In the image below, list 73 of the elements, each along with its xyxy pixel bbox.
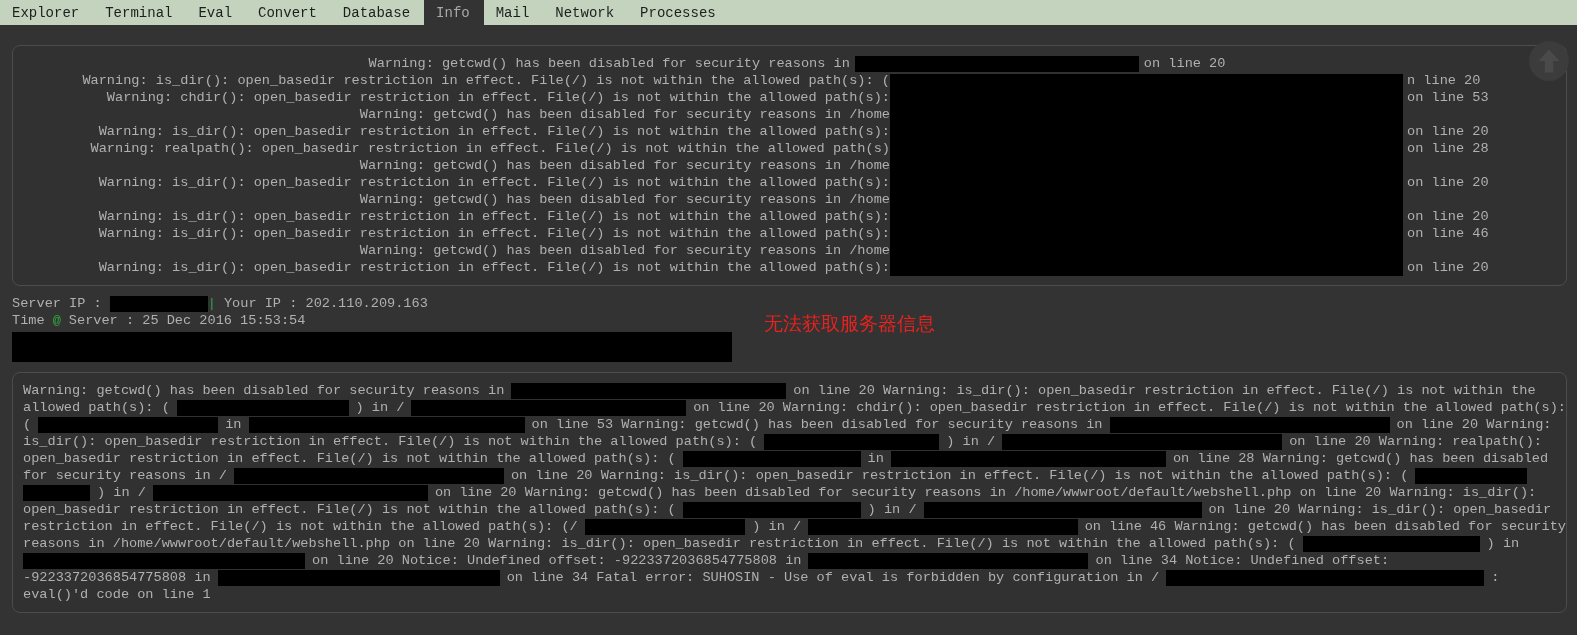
output-text: open_basedir restriction in effect. File(/) is not within the allowed path(s): ( [23,501,676,518]
tab[interactable]: Eval [186,0,247,25]
output-text: allowed path(s): ( [23,399,170,416]
output-text: ) in / [355,399,405,416]
output-text: ( [23,416,32,433]
output-text: on line 28 Warning: getcwd() has been disabled [1172,450,1549,467]
tab[interactable]: Terminal [93,0,187,25]
output-text: on line 20 Warning: is_dir(): open_basedir restriction in effect. File(/) is not within the allowed path(s): ( [510,467,1409,484]
output-text: Warning: getcwd() has been disabled for security reasons in [23,382,505,399]
client-ip: Your IP : 202.110.209.163 [223,295,428,312]
output-text: on line 20 Warning: getcwd() has been disabled for security reasons in /home/wwwroot/default/webshell.php on line 20 Warning: is_dir(): [434,484,1537,501]
warning-text: on line 53 [1406,89,1490,106]
output-text: ) in / [97,484,146,501]
tab[interactable]: Processes [628,0,730,25]
warning-text: Warning: is_dir(): open_basedir restriction in effect. File(/) is not within the allowed path(s): [97,225,890,242]
output-text: open_basedir restriction in effect. File(/) is not within the allowed path(s): ( [23,450,676,467]
server-ip-label: Server IP : [12,295,102,312]
warning-text: n line 20 [1406,72,1482,89]
output-text: ) in / [867,501,917,518]
output-text: ) in / [752,518,802,535]
warning-text: Warning: is_dir(): open_basedir restriction in effect. File(/) is not within the allowed path(s): ( [81,72,890,89]
warning-text: on line 46 [1406,225,1490,242]
redaction-bar [23,484,90,501]
tab[interactable]: Explorer [0,0,94,25]
tab[interactable]: Mail [483,0,544,25]
tab[interactable]: Info [424,0,484,25]
warning-text: Warning: chdir(): open_basedir restriction in effect. File(/) is not within the allowed path(s): [105,89,890,106]
tab[interactable]: Convert [246,0,331,25]
output-text: -9223372036854775808 in [23,569,211,586]
output-text: ) in / [946,433,996,450]
output-text: on line 20 Notice: Undefined offset: -9223372036854775808 in [312,552,802,569]
tab[interactable]: Network [543,0,629,25]
output-text: on line 53 Warning: getcwd() has been disabled for security reasons in [531,416,1103,433]
output-text: : [1491,569,1500,586]
output-text: on line 20 Warning: is_dir(): open_basedir [1208,501,1552,518]
output-text: in [225,416,242,433]
warning-text: Warning: is_dir(): open_basedir restriction in effect. File(/) is not within the allowed path(s): [97,259,890,276]
warning-text: on line 20 [1406,174,1490,191]
warning-text: Warning: is_dir(): open_basedir restriction in effect. File(/) is not within the allowed path(s): [97,174,890,191]
output-text: on line 20 Warning: realpath(): [1289,433,1543,450]
output-text: on line 20 Warning: is_dir(): open_basedir restriction in effect. File(/) is not within the [793,382,1536,399]
warning-text: Warning: is_dir(): open_basedir restriction in effect. File(/) is not within the allowed path(s): [97,123,890,140]
warning-text: Warning: getcwd() has been disabled for security reasons in /home [358,157,890,174]
output-text: on line 46 Warning: getcwd() has been disabled for security [1084,518,1566,535]
output-text: ) in [1486,535,1520,552]
output-text: for security reasons in / [23,467,227,484]
time-label: Time [12,312,45,329]
warning-text: Warning: realpath(): open_basedir restriction in effect. File(/) is not within the allowed path(s) [89,140,890,157]
output-text: restriction in effect. File(/) is not within the allowed path(s): (/ [23,518,578,535]
output-text: eval()'d code on line 1 [23,586,211,603]
tab[interactable]: Database [330,0,425,25]
output-text: reasons in /home/wwwroot/default/webshell.php on line 20 Warning: is_dir(): open_basedir restriction in effect. File(/) is not within the allowed path(s): ( [23,535,1296,552]
at-sign: @ [52,312,61,329]
warning-text: on line 20 [1143,56,1226,71]
output-text: on line 34 Fatal error: SUHOSIN - Use of eval is forbidden by configuration in / [506,569,1160,586]
output-text: in [867,450,884,467]
warning-text: Warning: getcwd() has been disabled for security reasons in /home [358,191,890,208]
warning-text: on line 20 [1406,208,1490,225]
warning-text: on line 20 [1406,259,1490,276]
output-text: is_dir(): open_basedir restriction in effect. File(/) is not within the allowed path(s): ( [23,433,758,450]
error-notice: 无法获取服务器信息 [764,311,935,336]
warning-text: on line 20 [1406,123,1490,140]
warning-text: on line 28 [1406,140,1490,157]
warning-text: Warning: getcwd() has been disabled for security reasons in /home [358,242,890,259]
server-time: Server : 25 Dec 2016 15:53:54 [68,312,306,329]
separator: | [207,295,216,312]
warning-text: Warning: getcwd() has been disabled for security reasons in [368,56,850,71]
output-text: on line 34 Notice: Undefined offset: [1095,552,1390,569]
output-text: on line 20 Warning: [1396,416,1552,433]
warning-text: Warning: is_dir(): open_basedir restriction in effect. File(/) is not within the allowed path(s): [97,208,890,225]
output-text: on line 20 Warning: chdir(): open_basedir restriction in effect. File(/) is not within the allowed path(s): [693,399,1566,416]
warning-text: Warning: getcwd() has been disabled for security reasons in /home [358,106,890,123]
scroll-top-icon[interactable] [1528,40,1570,82]
